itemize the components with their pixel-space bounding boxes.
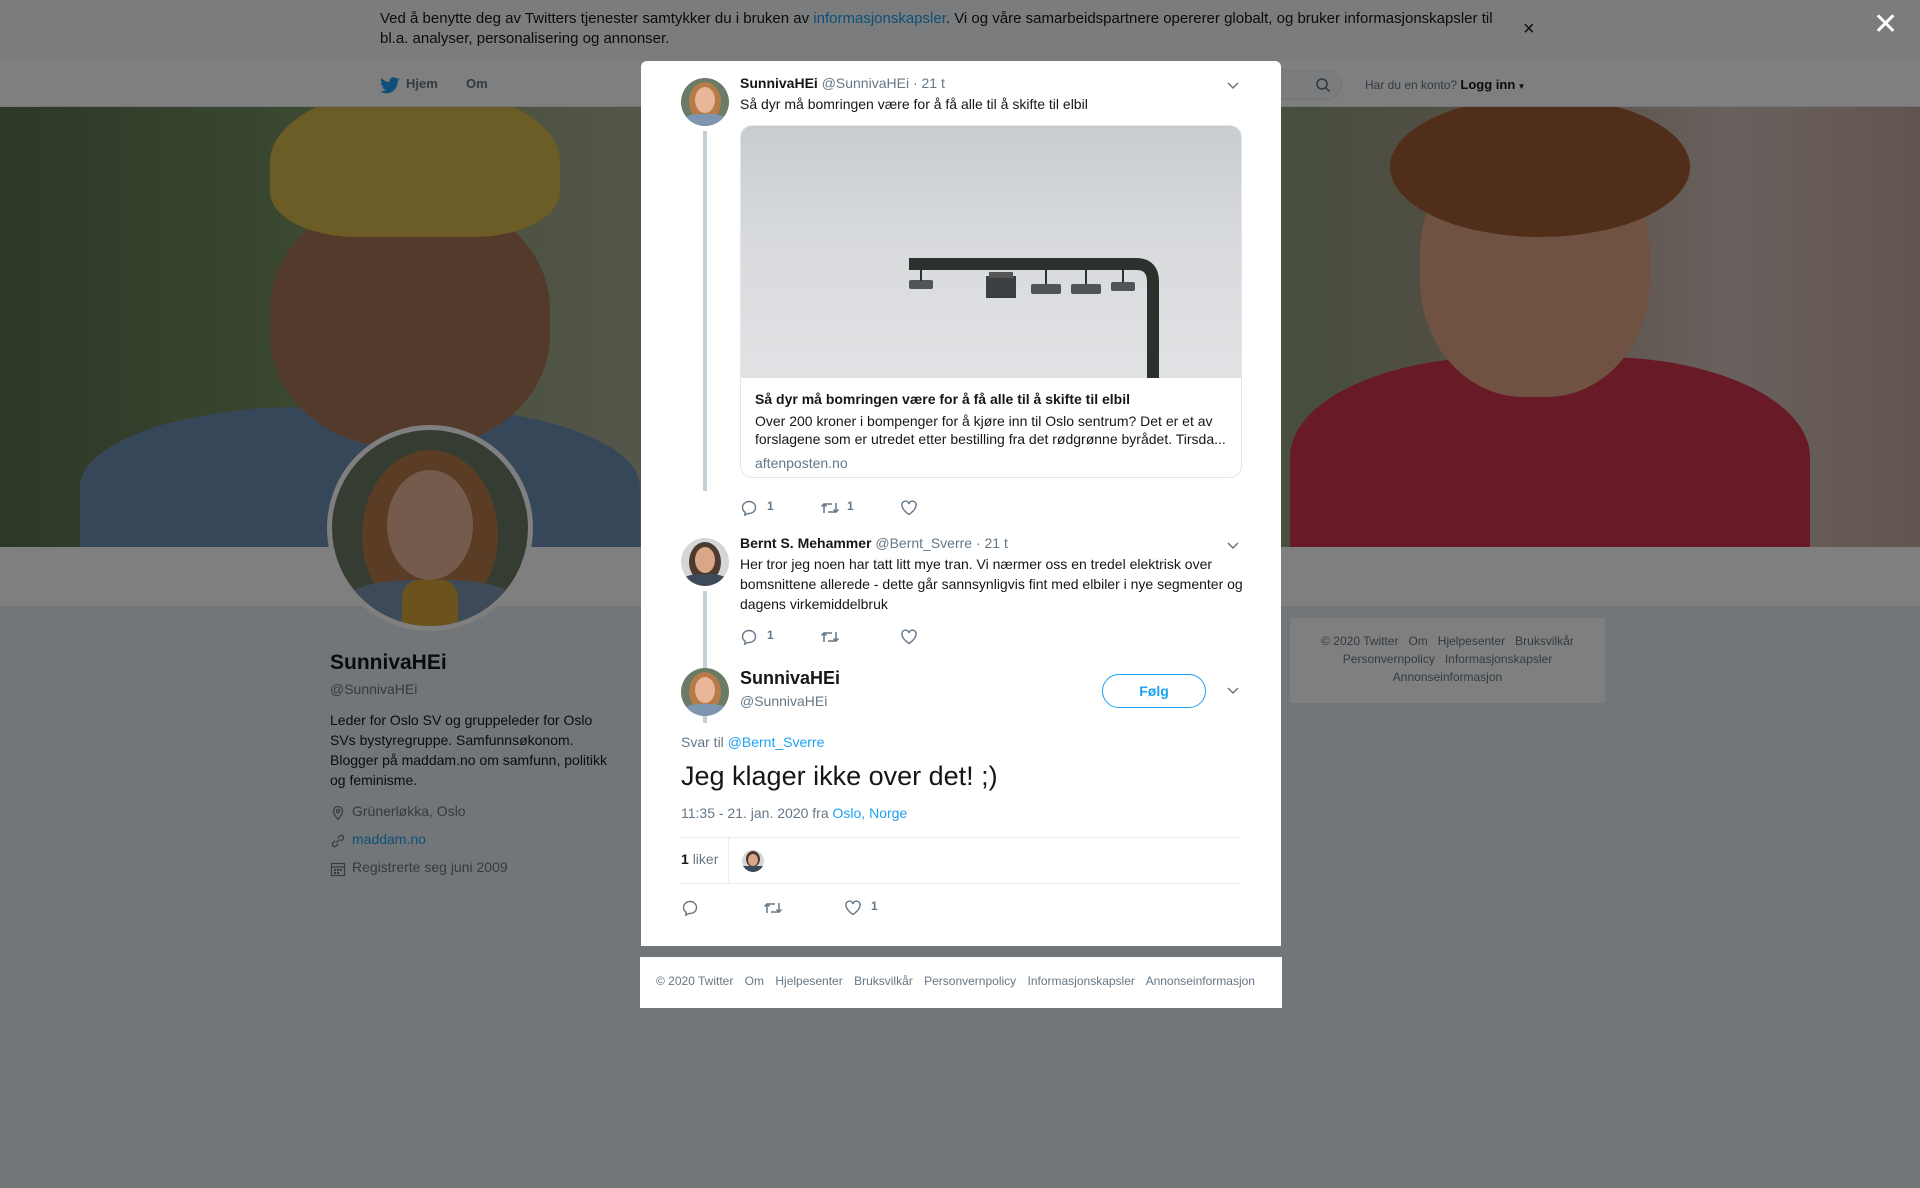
reply-to-context: Svar til @Bernt_Sverre bbox=[681, 734, 825, 750]
footer-link-privacy[interactable]: Personvernpolicy bbox=[924, 974, 1016, 988]
modal-footer: © 2020 Twitter Om Hjelpesenter Bruksvilk… bbox=[640, 957, 1282, 1008]
tweet-text: Her tror jeg noen har tatt litt mye tran… bbox=[740, 556, 1243, 612]
card-domain: aftenposten.no bbox=[755, 455, 848, 471]
liker-avatar[interactable] bbox=[742, 850, 764, 872]
thread-line bbox=[703, 131, 707, 491]
heart-icon bbox=[901, 629, 917, 645]
tweet-timestamp: 11:35 - 21. jan. 2020 fra Oslo, Norge bbox=[681, 805, 908, 821]
tweet-author-name[interactable]: SunnivaHEi bbox=[740, 75, 818, 91]
follow-button[interactable]: Følg bbox=[1102, 674, 1206, 708]
chevron-down-icon[interactable] bbox=[1225, 540, 1241, 552]
tweet-author-handle[interactable]: @SunnivaHEi bbox=[740, 693, 827, 709]
tweet-author-handle[interactable]: @SunnivaHEi bbox=[822, 75, 909, 91]
like-button[interactable] bbox=[900, 499, 920, 517]
chevron-down-icon[interactable] bbox=[1225, 685, 1241, 697]
retweet-button[interactable] bbox=[763, 899, 783, 917]
tweet-text: Så dyr må bomringen være for å få alle t… bbox=[740, 96, 1088, 112]
tweet-permalink-modal: SunnivaHEi @SunnivaHEi · 21 t Så dyr må … bbox=[641, 61, 1281, 946]
close-icon[interactable]: ✕ bbox=[1873, 10, 1898, 40]
card-description: Over 200 kroner i bompenger for å kjøre … bbox=[755, 413, 1226, 447]
reply-icon bbox=[741, 500, 757, 517]
chevron-down-icon[interactable] bbox=[1225, 80, 1241, 92]
divider bbox=[681, 837, 1241, 838]
avatar[interactable] bbox=[681, 668, 729, 716]
tweet-header: Bernt S. Mehammer @Bernt_Sverre · 21 t bbox=[740, 535, 1008, 551]
footer-link-ads-info[interactable]: Annonseinformasjon bbox=[1146, 974, 1255, 988]
retweet-icon bbox=[820, 631, 840, 643]
card-title: Så dyr må bomringen være for å få alle t… bbox=[755, 391, 1131, 407]
footer-link-about[interactable]: Om bbox=[745, 974, 764, 988]
footer-link-terms[interactable]: Bruksvilkår bbox=[854, 974, 913, 988]
retweet-button[interactable] bbox=[820, 628, 840, 646]
tweet-author-handle[interactable]: @Bernt_Sverre bbox=[875, 535, 972, 551]
heart-icon bbox=[845, 900, 861, 916]
tweet-text: Jeg klager ikke over det! ;) bbox=[681, 761, 998, 791]
heart-icon bbox=[901, 500, 917, 516]
divider bbox=[728, 838, 729, 882]
retweet-icon bbox=[763, 902, 783, 914]
avatar[interactable] bbox=[681, 78, 729, 126]
link-preview-card[interactable]: Så dyr må bomringen være for å få alle t… bbox=[740, 125, 1242, 478]
tweet-timestamp[interactable]: · 21 t bbox=[913, 75, 945, 91]
tweet-header: SunnivaHEi @SunnivaHEi · 21 t bbox=[740, 75, 945, 91]
reply-button[interactable] bbox=[681, 899, 701, 917]
like-button[interactable] bbox=[900, 628, 920, 646]
footer-link-cookies[interactable]: Informasjonskapsler bbox=[1028, 974, 1135, 988]
footer-link-help[interactable]: Hjelpesenter bbox=[775, 974, 842, 988]
tweet-author-name[interactable]: SunnivaHEi bbox=[740, 668, 840, 689]
tweet-timestamp[interactable]: · 21 t bbox=[976, 535, 1008, 551]
reply-icon bbox=[741, 629, 757, 646]
divider bbox=[681, 883, 1241, 884]
reply-icon bbox=[682, 900, 698, 917]
footer-copyright: © 2020 Twitter bbox=[656, 974, 734, 988]
likes-count[interactable]: 1 liker bbox=[681, 851, 718, 867]
reply-to-user-link[interactable]: @Bernt_Sverre bbox=[728, 734, 825, 750]
card-image bbox=[741, 126, 1241, 378]
tweet-location-link[interactable]: Oslo, Norge bbox=[833, 805, 908, 821]
retweet-icon bbox=[820, 502, 840, 514]
tweet-author-name[interactable]: Bernt S. Mehammer bbox=[740, 535, 871, 551]
avatar[interactable] bbox=[681, 538, 729, 586]
